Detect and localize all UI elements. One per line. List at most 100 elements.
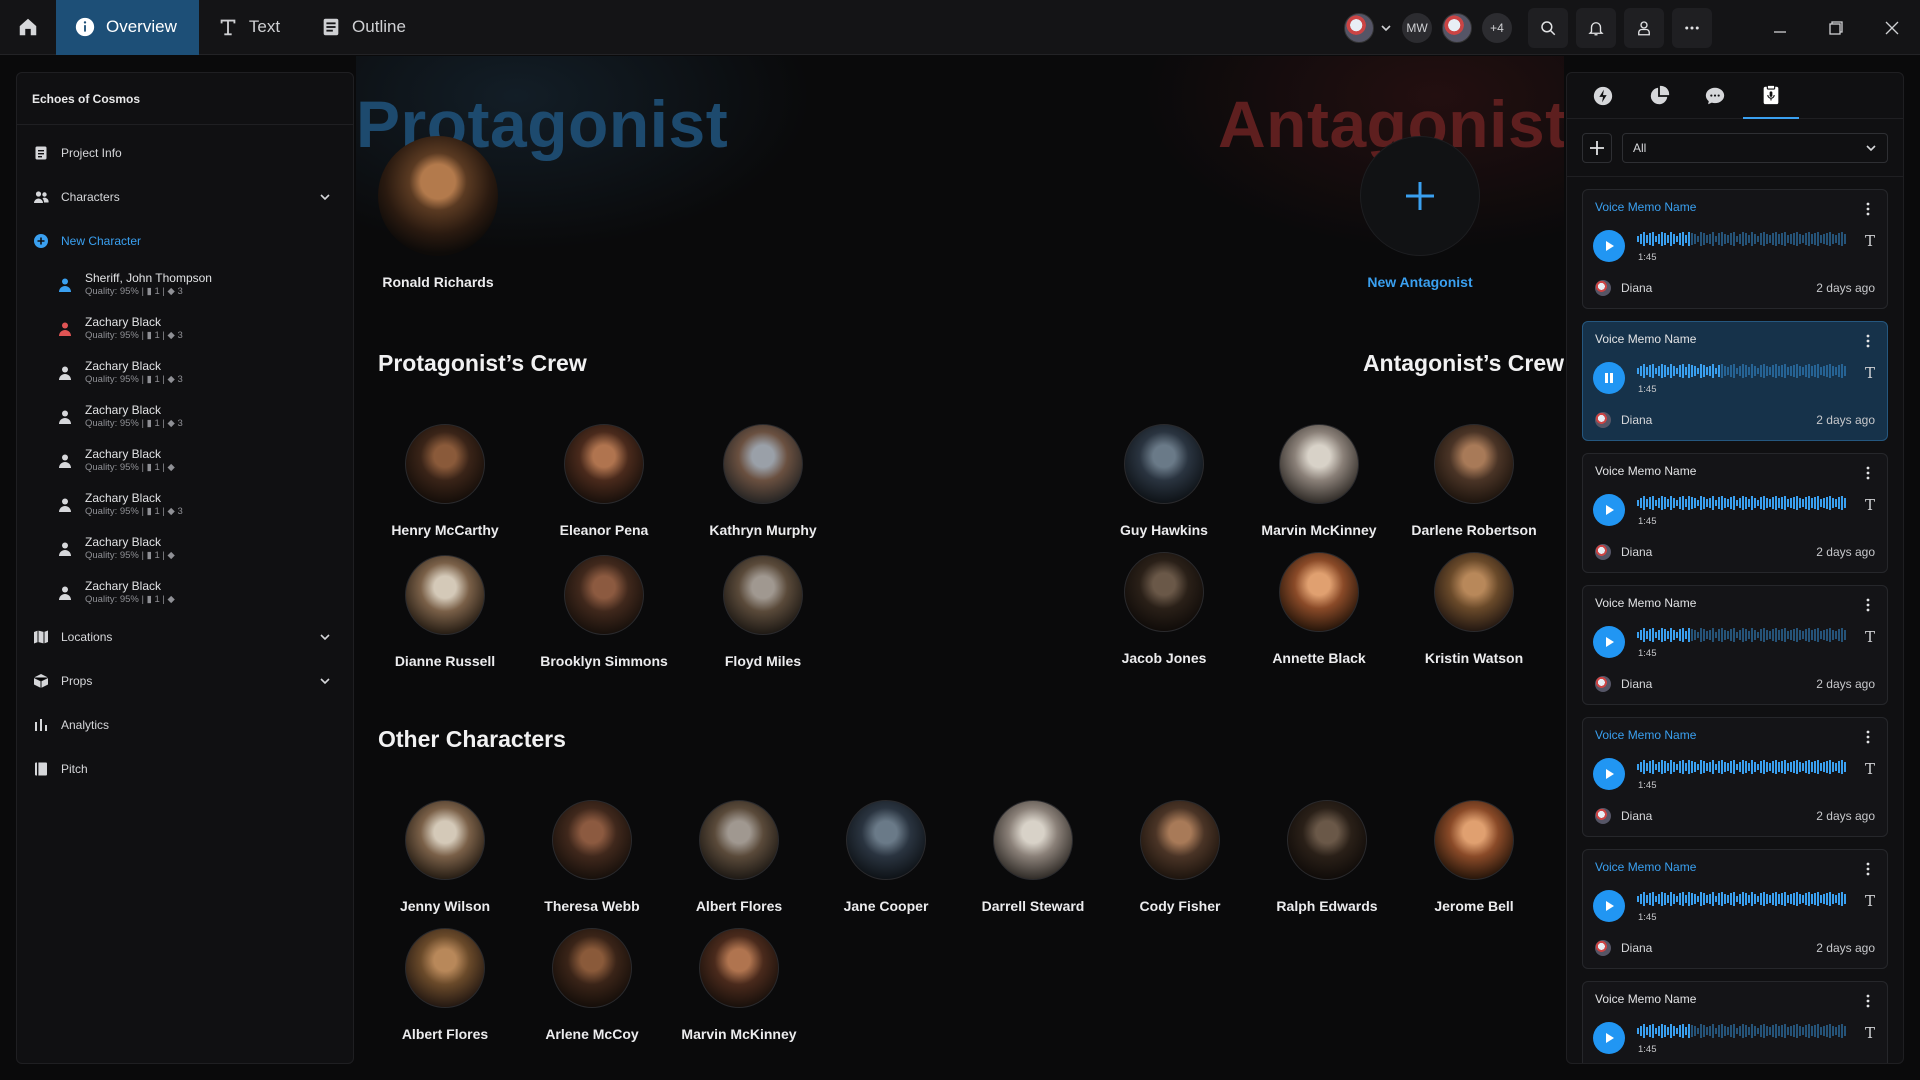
sidebar-character-item[interactable]: Zachary Black Quality: 95% | ▮ 1 | ◆ <box>17 571 353 615</box>
memo-title[interactable]: Voice Memo Name <box>1595 992 1875 1006</box>
sidebar-item-project-info[interactable]: Project Info <box>17 131 353 175</box>
sidebar-character-item[interactable]: Zachary Black Quality: 95% | ▮ 1 | ◆ <box>17 439 353 483</box>
sidebar-item-locations[interactable]: Locations <box>17 615 353 659</box>
voice-memo-card[interactable]: Voice Memo Name 1:45 T Diana 2 days ago <box>1582 189 1888 309</box>
sidebar-item-pitch[interactable]: Pitch <box>17 747 353 791</box>
sidebar-character-item[interactable]: Zachary Black Quality: 95% | ▮ 1 | ◆ 3 <box>17 395 353 439</box>
character-card[interactable]: Cody Fisher <box>1105 800 1255 914</box>
new-antagonist-button[interactable]: New Antagonist <box>1360 136 1480 290</box>
character-card[interactable]: Brooklyn Simmons <box>529 555 679 669</box>
add-memo-button[interactable] <box>1582 132 1612 163</box>
character-card[interactable]: Jenny Wilson <box>370 800 520 914</box>
tab-voice-memos[interactable] <box>1743 73 1799 119</box>
character-card[interactable]: Jane Cooper <box>811 800 961 914</box>
play-button[interactable] <box>1593 626 1625 658</box>
protagonist-card[interactable]: Ronald Richards <box>378 136 498 290</box>
waveform[interactable] <box>1637 496 1849 510</box>
transcribe-button[interactable]: T <box>1865 496 1875 514</box>
character-card[interactable]: Ralph Edwards <box>1252 800 1402 914</box>
transcribe-button[interactable]: T <box>1865 364 1875 382</box>
waveform[interactable] <box>1637 232 1849 246</box>
play-button[interactable] <box>1593 494 1625 526</box>
memo-menu-button[interactable] <box>1861 730 1875 749</box>
voice-memo-card[interactable]: Voice Memo Name 1:45 T Diana 2 days ago <box>1582 321 1888 441</box>
sidebar-character-item[interactable]: Zachary Black Quality: 95% | ▮ 1 | ◆ <box>17 527 353 571</box>
character-card[interactable]: Albert Flores <box>370 928 520 1042</box>
tab-overview[interactable]: Overview <box>56 0 199 55</box>
character-card[interactable]: Kathryn Murphy <box>688 424 838 538</box>
more-users-badge[interactable]: +4 <box>1482 12 1512 43</box>
memo-menu-button[interactable] <box>1861 598 1875 617</box>
maximize-button[interactable] <box>1808 0 1864 55</box>
sidebar-item-analytics[interactable]: Analytics <box>17 703 353 747</box>
tab-comments[interactable] <box>1687 73 1743 119</box>
waveform[interactable] <box>1637 628 1849 642</box>
voice-memo-card[interactable]: Voice Memo Name 1:45 T Diana 2 days ago <box>1582 849 1888 969</box>
sidebar-character-item[interactable]: Zachary Black Quality: 95% | ▮ 1 | ◆ 3 <box>17 483 353 527</box>
minimize-button[interactable] <box>1752 0 1808 55</box>
voice-memo-card[interactable]: Voice Memo Name 1:45 T Diana 2 days ago <box>1582 453 1888 573</box>
play-button[interactable] <box>1593 890 1625 922</box>
character-card[interactable]: Theresa Webb <box>517 800 667 914</box>
sidebar-character-item[interactable]: Zachary Black Quality: 95% | ▮ 1 | ◆ 3 <box>17 351 353 395</box>
character-card[interactable]: Darlene Robertson <box>1399 424 1549 538</box>
home-button[interactable] <box>0 0 56 55</box>
tab-outline[interactable]: Outline <box>302 0 428 55</box>
waveform[interactable] <box>1637 760 1849 774</box>
notifications-button[interactable] <box>1576 7 1616 48</box>
memo-title[interactable]: Voice Memo Name <box>1595 860 1875 874</box>
user-switcher[interactable] <box>1344 12 1392 43</box>
transcribe-button[interactable]: T <box>1865 892 1875 910</box>
transcribe-button[interactable]: T <box>1865 760 1875 778</box>
play-button[interactable] <box>1593 1022 1625 1054</box>
transcribe-button[interactable]: T <box>1865 628 1875 646</box>
character-card[interactable]: Arlene McCoy <box>517 928 667 1042</box>
memo-menu-button[interactable] <box>1861 466 1875 485</box>
waveform[interactable] <box>1637 1024 1849 1038</box>
pause-button[interactable] <box>1593 362 1625 394</box>
tab-activity[interactable] <box>1575 73 1631 119</box>
character-card[interactable]: Annette Black <box>1244 552 1394 666</box>
play-button[interactable] <box>1593 758 1625 790</box>
memo-title[interactable]: Voice Memo Name <box>1595 464 1875 478</box>
memo-menu-button[interactable] <box>1861 862 1875 881</box>
play-button[interactable] <box>1593 230 1625 262</box>
character-card[interactable]: Henry McCarthy <box>370 424 520 538</box>
tab-stats[interactable] <box>1631 73 1687 119</box>
character-card[interactable]: Jerome Bell <box>1399 800 1549 914</box>
memo-menu-button[interactable] <box>1861 202 1875 221</box>
character-card[interactable]: Floyd Miles <box>688 555 838 669</box>
memo-title[interactable]: Voice Memo Name <box>1595 596 1875 610</box>
transcribe-button[interactable]: T <box>1865 1024 1875 1042</box>
sidebar-character-item[interactable]: Sheriff, John Thompson Quality: 95% | ▮ … <box>17 263 353 307</box>
character-card[interactable]: Jacob Jones <box>1089 552 1239 666</box>
waveform[interactable] <box>1637 364 1849 378</box>
sidebar-item-props[interactable]: Props <box>17 659 353 703</box>
memo-filter-select[interactable]: All <box>1622 132 1888 163</box>
voice-memo-card[interactable]: Voice Memo Name 1:45 T Diana 2 days ago <box>1582 717 1888 837</box>
memo-menu-button[interactable] <box>1861 994 1875 1013</box>
memo-title[interactable]: Voice Memo Name <box>1595 332 1875 346</box>
character-card[interactable]: Albert Flores <box>664 800 814 914</box>
close-button[interactable] <box>1864 0 1920 55</box>
new-character-button[interactable]: New Character <box>17 219 353 263</box>
character-card[interactable]: Kristin Watson <box>1399 552 1549 666</box>
search-button[interactable] <box>1528 7 1568 48</box>
transcribe-button[interactable]: T <box>1865 232 1875 250</box>
character-card[interactable]: Marvin McKinney <box>1244 424 1394 538</box>
avatar-initials[interactable]: MW <box>1402 12 1432 43</box>
memo-menu-button[interactable] <box>1861 334 1875 353</box>
memo-title[interactable]: Voice Memo Name <box>1595 728 1875 742</box>
voice-memo-card[interactable]: Voice Memo Name 1:45 T Diana 2 days ago <box>1582 981 1888 1063</box>
more-button[interactable] <box>1672 7 1712 48</box>
character-card[interactable]: Dianne Russell <box>370 555 520 669</box>
profile-button[interactable] <box>1624 7 1664 48</box>
sidebar-item-characters[interactable]: Characters <box>17 175 353 219</box>
character-card[interactable]: Guy Hawkins <box>1089 424 1239 538</box>
sidebar-character-item[interactable]: Zachary Black Quality: 95% | ▮ 1 | ◆ 3 <box>17 307 353 351</box>
waveform[interactable] <box>1637 892 1849 906</box>
tab-text[interactable]: Text <box>199 0 302 55</box>
voice-memo-card[interactable]: Voice Memo Name 1:45 T Diana 2 days ago <box>1582 585 1888 705</box>
avatar[interactable] <box>1442 12 1472 43</box>
character-card[interactable]: Marvin McKinney <box>664 928 814 1042</box>
